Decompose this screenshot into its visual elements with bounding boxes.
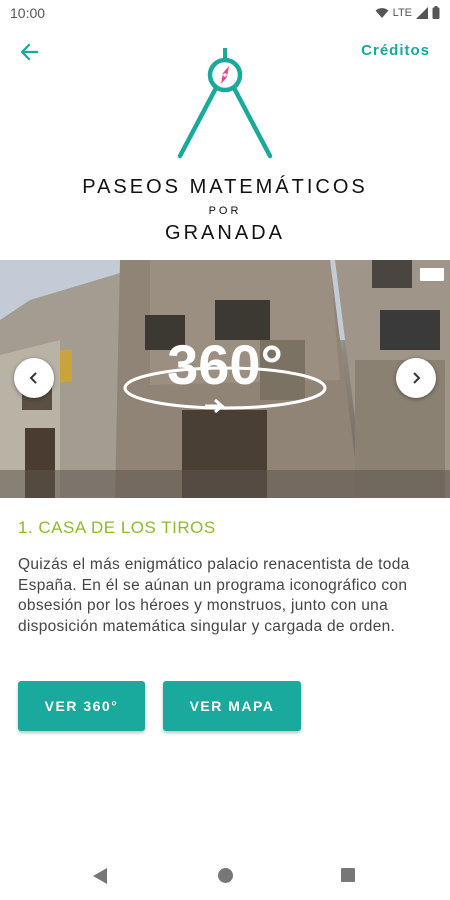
- app-title-line2: POR: [208, 205, 242, 217]
- status-time: 10:00: [10, 5, 46, 21]
- battery-icon: [432, 6, 440, 19]
- status-icons: LTE: [375, 6, 440, 19]
- hero-360-label: 360°: [167, 333, 283, 396]
- app-title-line3: GRANADA: [165, 222, 285, 244]
- wifi-icon: [375, 7, 389, 18]
- chevron-left-icon: [29, 372, 37, 384]
- nav-recents-icon[interactable]: [341, 868, 355, 882]
- status-bar: 10:00 LTE: [0, 0, 450, 26]
- nav-home-icon[interactable]: [218, 868, 233, 883]
- place-description: Quizás el más enigmático palacio renacen…: [18, 556, 410, 635]
- app-title-line1: PASEOS MATEMÁTICOS: [82, 176, 368, 198]
- compass-logo-icon: [177, 48, 273, 159]
- back-button[interactable]: [14, 38, 44, 66]
- chevron-right-icon: [413, 372, 421, 384]
- system-nav-bar: [0, 850, 450, 900]
- hero-360-image[interactable]: 360°: [0, 260, 450, 498]
- place-title: 1. CASA DE LOS TIROS: [18, 518, 216, 537]
- prev-image-button[interactable]: [14, 358, 54, 398]
- credits-link[interactable]: Créditos: [361, 42, 430, 59]
- arrow-left-icon: [20, 43, 39, 61]
- network-type: LTE: [392, 6, 412, 19]
- view-map-button[interactable]: VER MAPA: [163, 681, 301, 731]
- signal-icon: [416, 6, 428, 19]
- nav-back-icon[interactable]: [93, 868, 107, 884]
- next-image-button[interactable]: [396, 358, 436, 398]
- fullscreen-icon[interactable]: [420, 268, 444, 281]
- view-360-button[interactable]: VER 360°: [18, 681, 145, 731]
